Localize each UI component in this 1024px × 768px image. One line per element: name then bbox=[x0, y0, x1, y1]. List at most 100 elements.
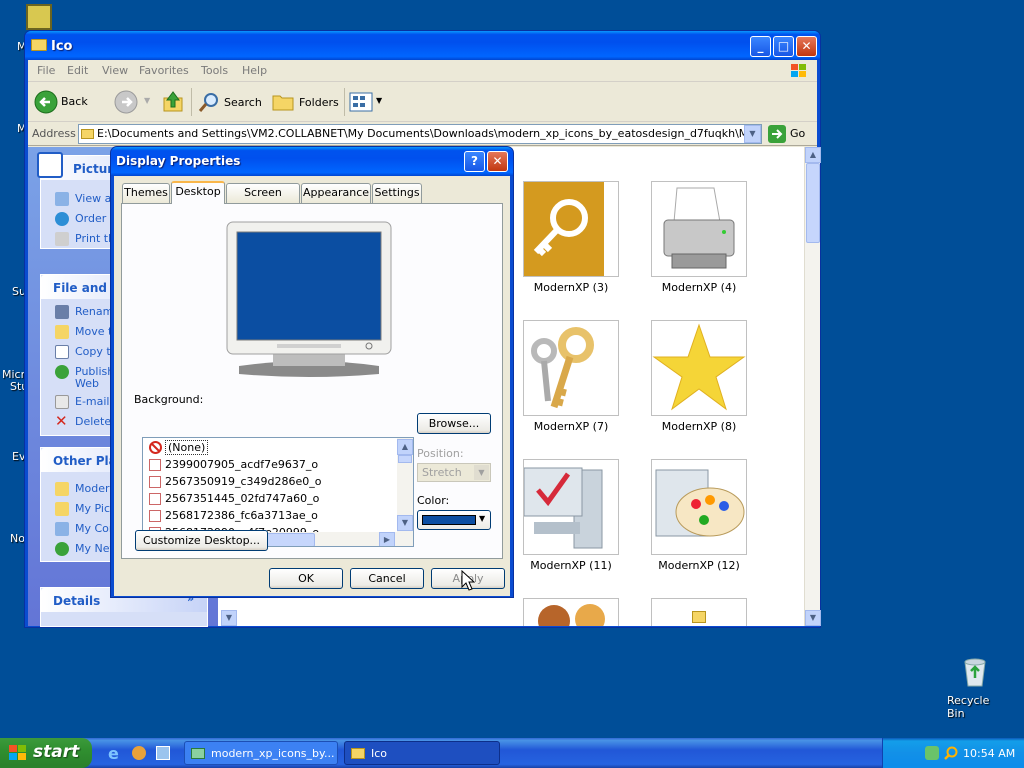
background-item[interactable]: 2567350919_c349d286e0_o bbox=[165, 475, 322, 488]
media-quicklaunch-icon[interactable] bbox=[132, 746, 146, 760]
thumbnail-image[interactable] bbox=[523, 320, 619, 416]
users-icon bbox=[538, 604, 605, 626]
windows-logo-icon bbox=[791, 64, 806, 77]
forward-dropdown-icon[interactable]: ▼ bbox=[144, 96, 150, 105]
copy-icon bbox=[55, 345, 69, 359]
taskbar-item-ico[interactable]: Ico bbox=[344, 741, 500, 765]
menu-favorites[interactable]: Favorites bbox=[139, 64, 189, 77]
desktop-tab-panel: Background: Browse... Position: Stretch … bbox=[121, 203, 503, 559]
list-vertical-scrollbar[interactable]: ▲ ▼ bbox=[397, 438, 413, 532]
scroll-down-button[interactable]: ▼ bbox=[805, 610, 821, 626]
folders-button[interactable]: Folders bbox=[270, 88, 340, 116]
desktop-label: No bbox=[10, 532, 25, 545]
ie-quicklaunch-icon[interactable]: e bbox=[108, 744, 119, 763]
desktop-shortcut-icon[interactable] bbox=[26, 4, 52, 30]
move-icon bbox=[55, 325, 69, 339]
menu-tools[interactable]: Tools bbox=[201, 64, 228, 77]
scroll-down-arrow[interactable]: ▼ bbox=[221, 610, 237, 626]
paint-palette-icon bbox=[655, 469, 745, 537]
vertical-scrollbar[interactable]: ▲ ▼ bbox=[804, 147, 821, 626]
taskbar-item-downloads[interactable]: modern_xp_icons_by... bbox=[184, 741, 338, 765]
background-item[interactable]: 2568172386_fc6a3713ae_o bbox=[165, 509, 318, 522]
taskbar-item-label: modern_xp_icons_by... bbox=[211, 747, 335, 760]
toolbar-separator bbox=[191, 88, 192, 116]
thumbnail-image[interactable] bbox=[523, 459, 619, 555]
my-computer-icon bbox=[55, 522, 69, 536]
display-properties-dialog[interactable]: Display Properties ? ✕ Themes Desktop Sc… bbox=[110, 146, 514, 598]
network-tray-icon[interactable] bbox=[925, 746, 939, 760]
scroll-up-button[interactable]: ▲ bbox=[397, 439, 413, 455]
forward-arrow-icon[interactable] bbox=[114, 90, 138, 114]
toolbar: Back ▼ ▼ Search bbox=[28, 82, 817, 122]
color-picker-button[interactable]: ▼ bbox=[417, 510, 491, 530]
back-button[interactable]: Back bbox=[34, 88, 104, 116]
address-dropdown-button[interactable]: ▼ bbox=[744, 125, 761, 143]
customize-desktop-button[interactable]: Customize Desktop... bbox=[135, 530, 268, 551]
thumbnail-image[interactable] bbox=[651, 598, 747, 626]
browse-button[interactable]: Browse... bbox=[417, 413, 491, 434]
views-dropdown-icon[interactable]: ▼ bbox=[376, 96, 382, 105]
close-button[interactable]: ✕ bbox=[487, 151, 508, 172]
folder-icon bbox=[191, 748, 205, 759]
cancel-button[interactable]: Cancel bbox=[350, 568, 424, 589]
background-item[interactable]: 2399007905_acdf7e9637_o bbox=[165, 458, 318, 471]
tab-desktop[interactable]: Desktop bbox=[171, 181, 225, 204]
ok-button[interactable]: OK bbox=[269, 568, 343, 589]
thumbnail-label[interactable]: ModernXP (4) bbox=[634, 281, 764, 294]
maximize-button[interactable]: □ bbox=[773, 36, 794, 57]
go-arrow-icon[interactable] bbox=[768, 125, 786, 143]
position-label: Position: bbox=[417, 447, 464, 460]
recycle-bin[interactable]: Recycle Bin bbox=[940, 654, 1010, 720]
help-button[interactable]: ? bbox=[464, 151, 485, 172]
thumbnail-label[interactable]: ModernXP (12) bbox=[634, 559, 764, 572]
minimize-button[interactable]: _ bbox=[750, 36, 771, 57]
recycle-bin-label: Recycle Bin bbox=[947, 694, 990, 720]
task-publish-web[interactable]: Web bbox=[75, 377, 99, 390]
computer-check-icon bbox=[523, 467, 603, 549]
scroll-up-button[interactable]: ▲ bbox=[805, 147, 821, 163]
tab-appearance[interactable]: Appearance bbox=[301, 183, 371, 203]
address-input[interactable]: E:\Documents and Settings\VM2.COLLABNET\… bbox=[78, 124, 762, 144]
scroll-down-button[interactable]: ▼ bbox=[397, 515, 413, 531]
close-button[interactable]: ✕ bbox=[796, 36, 817, 57]
scroll-thumb[interactable] bbox=[398, 455, 412, 463]
background-none-selected[interactable]: (None) bbox=[165, 440, 209, 455]
search-button[interactable]: Search bbox=[196, 88, 262, 116]
thumbnail-image[interactable] bbox=[651, 320, 747, 416]
views-icon[interactable] bbox=[349, 92, 375, 112]
tab-settings[interactable]: Settings bbox=[372, 183, 422, 203]
start-button[interactable]: start bbox=[0, 738, 92, 768]
scroll-thumb[interactable] bbox=[806, 163, 820, 243]
thumbnail-label[interactable]: ModernXP (3) bbox=[506, 281, 636, 294]
go-label[interactable]: Go bbox=[790, 127, 805, 140]
menu-help[interactable]: Help bbox=[242, 64, 267, 77]
scroll-right-button[interactable]: ▶ bbox=[379, 532, 395, 546]
tab-themes[interactable]: Themes bbox=[122, 183, 170, 203]
up-folder-icon[interactable] bbox=[161, 89, 185, 113]
thumbnail-image[interactable] bbox=[651, 459, 747, 555]
tab-screen-saver[interactable]: Screen Saver bbox=[226, 183, 300, 217]
search-tray-icon[interactable] bbox=[943, 745, 959, 761]
thumbnail-image[interactable] bbox=[651, 181, 747, 277]
explorer-title-bar[interactable]: Ico _ □ ✕ bbox=[25, 31, 820, 60]
taskbar-item-label: Ico bbox=[371, 747, 388, 760]
menu-view[interactable]: View bbox=[102, 64, 128, 77]
image-file-icon bbox=[149, 493, 161, 505]
start-label: start bbox=[33, 742, 80, 762]
address-folder-icon bbox=[81, 129, 94, 139]
thumbnail-label[interactable]: ModernXP (8) bbox=[634, 420, 764, 433]
menu-file[interactable]: File bbox=[37, 64, 55, 77]
menu-edit[interactable]: Edit bbox=[67, 64, 88, 77]
thumbnail-image[interactable] bbox=[523, 181, 619, 277]
thumbnail-image[interactable] bbox=[523, 598, 619, 626]
desktop-quicklaunch-icon[interactable] bbox=[156, 746, 170, 760]
clock: 10:54 AM bbox=[963, 747, 1016, 760]
printer-icon bbox=[663, 187, 735, 269]
email-icon bbox=[55, 395, 69, 409]
thumbnail-label[interactable]: ModernXP (7) bbox=[506, 420, 636, 433]
thumbnail-label[interactable]: ModernXP (11) bbox=[506, 559, 636, 572]
place-my-pictures[interactable]: My Pict bbox=[75, 502, 114, 515]
background-item[interactable]: 2567351445_02fd747a60_o bbox=[165, 492, 319, 505]
task-delete[interactable]: Delete bbox=[75, 415, 111, 428]
dialog-title-bar[interactable]: Display Properties ? ✕ bbox=[111, 147, 513, 176]
